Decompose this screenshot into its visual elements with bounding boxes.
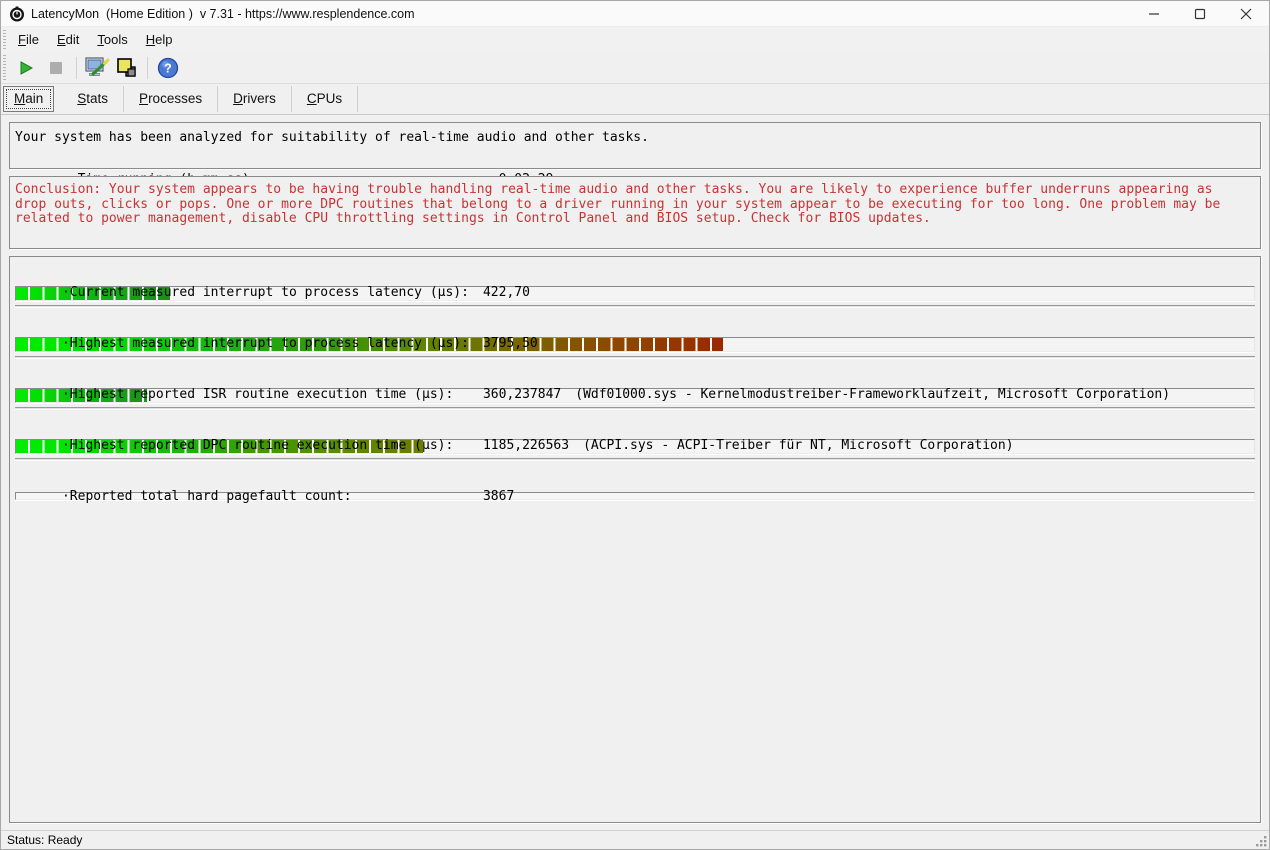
tab-processes[interactable]: Processes [124,86,218,112]
conclusion-panel: Conclusion: Your system appears to be ha… [9,176,1261,249]
menu-tools[interactable]: Tools [88,30,136,49]
question-mark-icon: ? [157,57,179,79]
overlapping-squares-icon [114,56,140,80]
close-icon [1240,8,1252,20]
maximize-button[interactable] [1177,1,1223,26]
start-monitor-button[interactable] [11,55,41,81]
measurement-label: ·Current measured interrupt to process l… [62,284,483,301]
measurement-value: 422,70 [483,285,530,300]
measurement-label: ·Highest reported DPC routine execution … [62,437,483,454]
stop-icon [49,61,63,75]
minimize-button[interactable] [1131,1,1177,26]
measurement-value: 1185,226563 [483,438,569,453]
toolbar-gripper[interactable] [3,55,6,80]
measurement-detail: (ACPI.sys - ACPI-Treiber für NT, Microso… [583,438,1013,453]
measurement-rows: ·Current measured interrupt to process l… [15,262,1255,500]
toolbar-separator [147,57,148,79]
status-text: Status: Ready [7,833,82,847]
monitor-tool-icon [84,56,110,80]
analyze-system-button[interactable] [82,55,112,81]
play-icon [17,59,35,77]
menu-bar: File Edit Tools Help [1,27,1269,52]
row-separator [15,356,1255,359]
measurement-label: ·Highest reported ISR routine execution … [62,386,483,403]
measurement-detail: (Wdf01000.sys - Kernelmodustreiber-Frame… [575,387,1170,402]
menu-file[interactable]: File [9,30,48,49]
app-stopwatch-icon [9,6,25,22]
window-title: LatencyMon (Home Edition ) v 7.31 - http… [31,7,415,21]
stop-monitor-button[interactable] [41,55,71,81]
tab-bar: Main Stats Processes Drivers CPUs [1,84,1269,114]
resize-grip-icon[interactable] [1256,836,1267,847]
help-button[interactable]: ? [153,55,183,81]
svg-text:?: ? [164,61,172,75]
measurement-label: ·Reported total hard pagefault count: [62,488,483,505]
measurements-panel: ·Current measured interrupt to process l… [9,256,1261,823]
measurement-row: ·Current measured interrupt to process l… [15,262,1255,313]
measurement-row: ·Highest reported ISR routine execution … [15,364,1255,415]
analysis-summary-text: Your system has been analyzed for suitab… [15,127,1255,148]
options-button[interactable] [112,55,142,81]
measurement-value: 3867 [483,489,514,504]
close-button[interactable] [1223,1,1269,26]
tab-main[interactable]: Main [3,86,54,112]
menu-help[interactable]: Help [137,30,182,49]
tab-stats[interactable]: Stats [62,86,124,112]
tab-drivers[interactable]: Drivers [218,86,292,112]
maximize-icon [1194,8,1206,20]
measurement-row: ·Highest reported DPC routine execution … [15,415,1255,466]
main-page: Your system has been analyzed for suitab… [1,114,1269,830]
minimize-icon [1148,8,1160,20]
status-bar: Status: Ready [1,830,1269,849]
row-separator [15,305,1255,308]
analysis-summary-panel: Your system has been analyzed for suitab… [9,122,1261,169]
measurement-value: 3795,50 [483,336,538,351]
tab-cpus[interactable]: CPUs [292,86,358,112]
measurement-row: ·Highest measured interrupt to process l… [15,313,1255,364]
conclusion-text: Conclusion: Your system appears to be ha… [15,183,1247,227]
menu-edit[interactable]: Edit [48,30,88,49]
measurement-value: 360,237847 [483,387,561,402]
measurement-row: ·Reported total hard pagefault count:386… [15,466,1255,500]
menubar-gripper[interactable] [3,30,6,49]
measurement-label: ·Highest measured interrupt to process l… [62,335,483,352]
toolbar-separator [76,57,77,79]
row-separator [15,458,1255,461]
toolbar: ? [1,52,1269,84]
row-separator [15,407,1255,410]
title-bar[interactable]: LatencyMon (Home Edition ) v 7.31 - http… [1,1,1269,27]
latencymon-window: LatencyMon (Home Edition ) v 7.31 - http… [0,0,1270,850]
